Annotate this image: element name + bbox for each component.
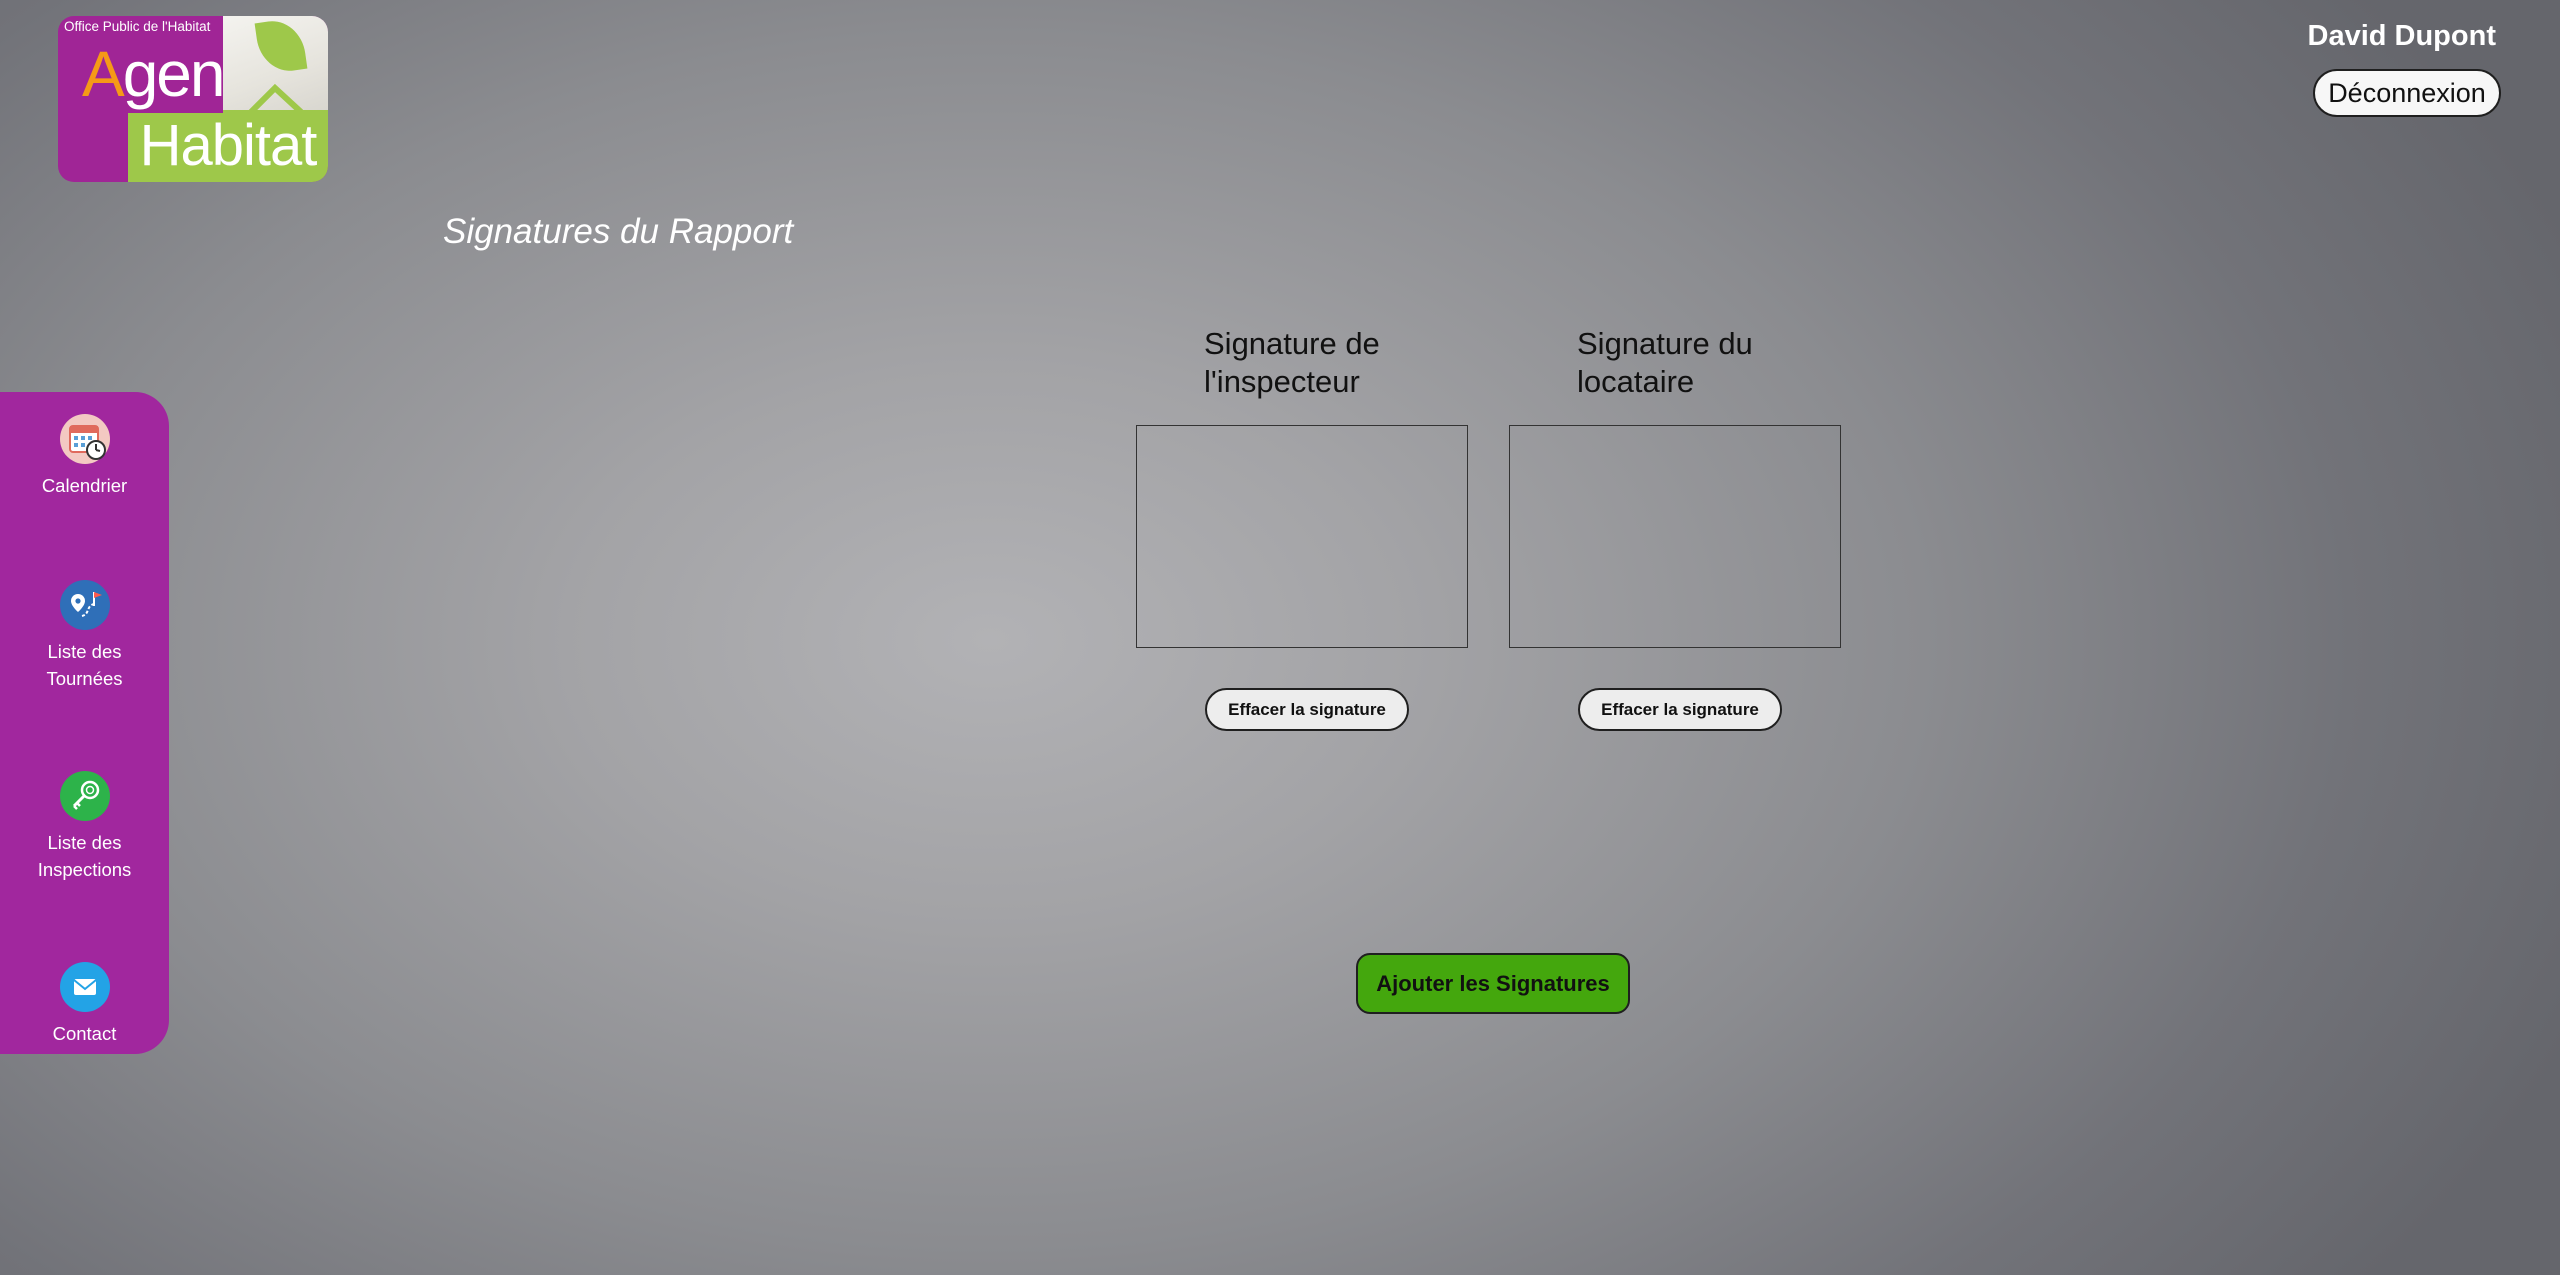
inspector-clear-signature-button[interactable]: Effacer la signature (1205, 688, 1409, 731)
tenant-clear-signature-button[interactable]: Effacer la signature (1578, 688, 1782, 731)
inspection-key-icon (59, 771, 110, 821)
sidebar-item-label: Calendrier (41, 475, 128, 496)
sidebar-item-inspections[interactable]: Liste des Inspections (0, 771, 169, 883)
sidebar-item-calendar[interactable]: Calendrier (0, 414, 169, 499)
tenant-signature-pad[interactable] (1509, 425, 1841, 648)
sidebar-item-label: Liste des Inspections (37, 832, 132, 880)
inspector-signature-heading: Signature de l'inspecteur (1204, 326, 1380, 399)
sidebar-item-tournees[interactable]: Liste des Tournées (0, 580, 169, 692)
sidebar-item-contact[interactable]: Contact (0, 962, 169, 1047)
sidebar-item-label: Contact (52, 1023, 117, 1044)
sidebar-nav: Calendrier Liste des Tournées Liste des … (0, 392, 169, 1054)
add-signatures-button[interactable]: Ajouter les Signatures (1356, 953, 1630, 1014)
logo-word-habitat: Habitat (139, 113, 318, 178)
logo-word-agen: Agen (82, 38, 225, 110)
tenant-signature-heading: Signature du locataire (1577, 326, 1753, 399)
calendar-icon (59, 414, 110, 464)
sidebar-item-label: Liste des Tournées (46, 641, 123, 689)
page-title: Signatures du Rapport (443, 212, 794, 251)
agen-habitat-logo: Office Public de l'Habitat Agen Habitat (58, 16, 328, 182)
inspector-signature-pad[interactable] (1136, 425, 1468, 648)
logo-tagline: Office Public de l'Habitat (64, 19, 211, 34)
user-name: David Dupont (2307, 20, 2497, 52)
logout-button[interactable]: Déconnexion (2313, 69, 2501, 117)
route-map-icon (59, 580, 110, 630)
mail-icon (59, 962, 110, 1012)
